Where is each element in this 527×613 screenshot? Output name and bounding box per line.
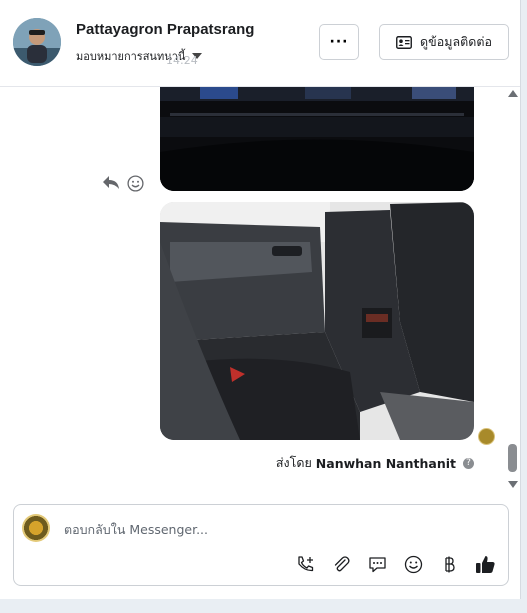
more-options-button[interactable]: ···: [319, 24, 359, 60]
more-options-label: ···: [329, 34, 349, 50]
conversation-header: Pattayagron Prapatsrang มอบหมายการสนทนาน…: [0, 0, 520, 87]
avatar-photo: [13, 18, 61, 66]
reply-composer: [13, 504, 509, 586]
emoji-button[interactable]: [402, 553, 424, 575]
emoji-icon: [404, 555, 422, 573]
chat-bubble-icon: [368, 556, 386, 572]
rear-seat-photo: [160, 202, 474, 440]
car-dashboard-image[interactable]: [160, 87, 474, 191]
help-icon[interactable]: ?: [463, 457, 474, 469]
payment-button[interactable]: [438, 553, 460, 575]
message-thread[interactable]: ส่งโดย Nanwhan Nanthanit ?: [0, 87, 505, 497]
contact-avatar[interactable]: [13, 18, 61, 66]
thumbs-up-icon: [475, 555, 495, 573]
view-contact-button[interactable]: ดูข้อมูลติดต่อ: [379, 24, 509, 60]
conversation-panel: Pattayagron Prapatsrang มอบหมายการสนทนาน…: [0, 0, 521, 599]
scroll-up-arrow-icon[interactable]: [508, 90, 518, 97]
phone-add-icon: [297, 555, 313, 571]
message-timestamp: 14:24: [166, 54, 198, 67]
saved-replies-button[interactable]: [366, 553, 388, 575]
reply-input[interactable]: [62, 518, 486, 540]
view-contact-label: ดูข้อมูลติดต่อ: [420, 34, 492, 49]
page-avatar: [22, 514, 50, 542]
contact-card-icon: [396, 35, 412, 49]
car-rear-seat-image[interactable]: [160, 202, 474, 440]
contact-name: Pattayagron Prapatsrang: [76, 21, 255, 38]
smile-icon[interactable]: [127, 175, 144, 192]
like-button[interactable]: [474, 553, 496, 575]
sent-by-name[interactable]: Nanwhan Nanthanit: [316, 456, 456, 471]
attach-button[interactable]: [330, 553, 352, 575]
call-button[interactable]: [294, 553, 316, 575]
reply-icon[interactable]: [102, 175, 120, 190]
seen-by-avatar: [478, 428, 495, 445]
scrollbar-thumb[interactable]: [508, 444, 517, 472]
paperclip-icon: [334, 555, 350, 571]
sent-by-prefix: ส่งโดย: [275, 455, 312, 470]
sent-by-line: ส่งโดย Nanwhan Nanthanit ?: [276, 453, 474, 473]
scroll-down-arrow-icon[interactable]: [508, 481, 518, 488]
dashboard-photo: [160, 87, 474, 191]
baht-icon: [444, 556, 455, 572]
